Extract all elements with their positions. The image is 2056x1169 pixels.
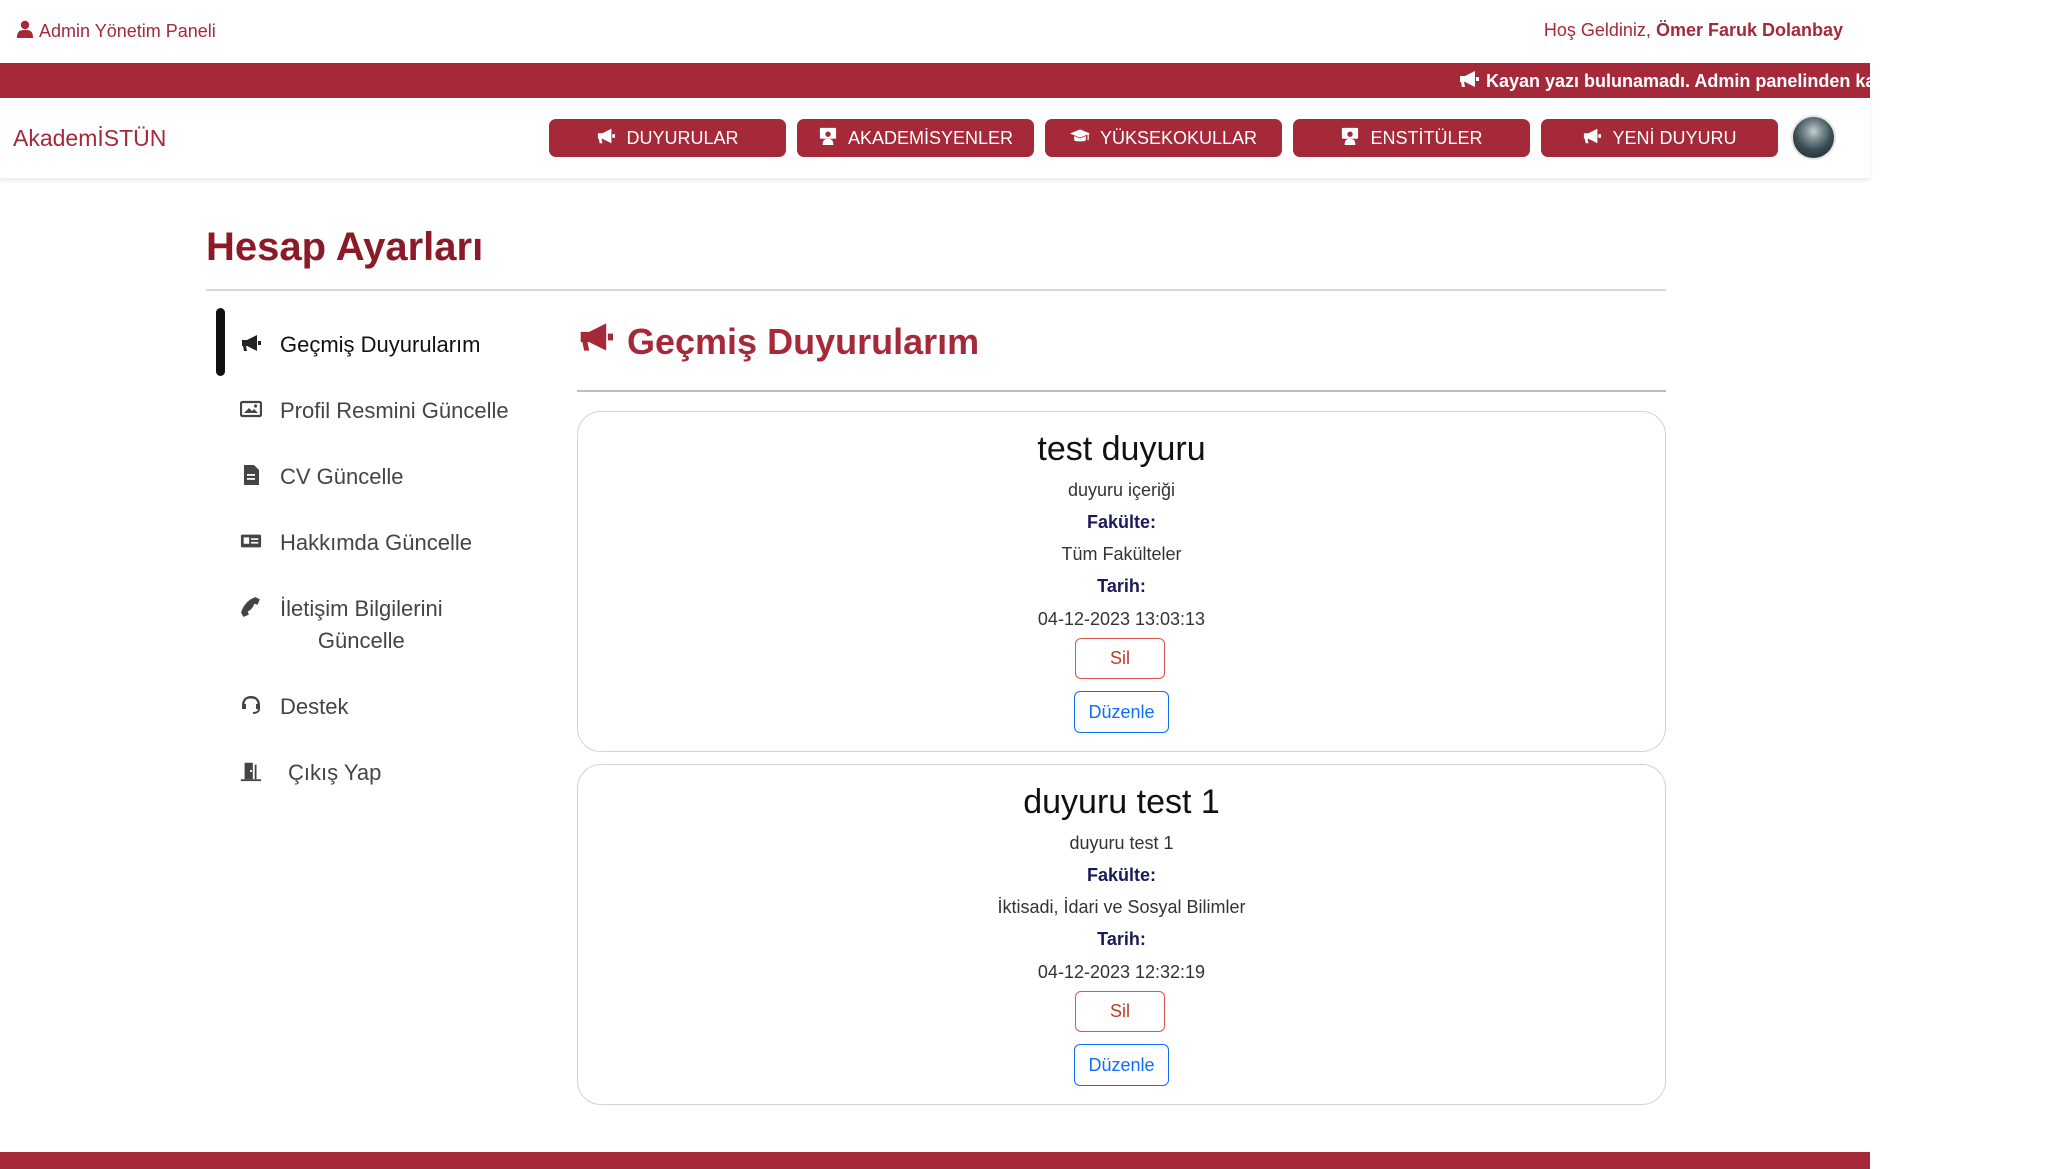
sidebar-item-profil-resmi[interactable]: Profil Resmini Güncelle: [216, 374, 546, 436]
sidebar-item-iletisim[interactable]: İletişim Bilgilerini Güncelle: [216, 572, 546, 662]
nav-button-label: ENSTİTÜLER: [1370, 127, 1483, 148]
nav-button-akademisyenler[interactable]: AKADEMİSYENLER: [797, 119, 1034, 157]
sidebar-item-label: İletişim Bilgilerini Güncelle: [280, 593, 443, 657]
top-bar: Admin Yönetim Paneli Hoş Geldiniz, Ömer …: [0, 0, 1870, 63]
date-value: 04-12-2023 12:32:19: [1037, 962, 1206, 982]
page: Admin Yönetim Paneli Hoş Geldiniz, Ömer …: [0, 0, 1870, 1169]
date-value: 04-12-2023 13:03:13: [1037, 609, 1206, 629]
section-heading: Geçmiş Duyurularım: [577, 320, 979, 363]
megaphone-icon: [577, 320, 615, 363]
nav-button-label: AKADEMİSYENLER: [847, 127, 1014, 148]
ticker-text: Kayan yazı bulunamadı. Admin panelinden …: [1486, 71, 1870, 91]
sidebar-item-gecmis-duyurularim[interactable]: Geçmiş Duyurularım: [216, 308, 546, 376]
delete-button[interactable]: Sil: [1075, 991, 1165, 1032]
teacher-icon: [1340, 127, 1360, 150]
sidebar-item-cikis[interactable]: Çıkış Yap: [216, 736, 546, 798]
footer: [0, 1152, 1870, 1169]
user-name: Ömer Faruk Dolanbay: [1655, 20, 1843, 40]
avatar[interactable]: [1791, 115, 1836, 160]
welcome-text: Hoş Geldiniz, Ömer Faruk Dolanbay: [1544, 20, 1843, 41]
ticker-message: Kayan yazı bulunamadı. Admin panelinden …: [1458, 69, 1870, 94]
headset-icon: [236, 690, 266, 720]
image-icon: [236, 394, 266, 424]
sidebar-item-label: Destek: [280, 694, 349, 719]
file-icon: [236, 460, 266, 490]
door-icon: [236, 756, 266, 786]
date-label: Tarih:: [1097, 576, 1146, 596]
megaphone-icon: [236, 328, 266, 358]
edit-button[interactable]: Düzenle: [1074, 691, 1169, 733]
user-icon: [17, 20, 33, 43]
edit-button[interactable]: Düzenle: [1074, 1044, 1169, 1086]
nav-button-yuksekokullar[interactable]: YÜKSEKOKULLAR: [1045, 119, 1282, 157]
teacher-icon: [818, 127, 838, 150]
faculty-label: Fakülte:: [1086, 512, 1156, 532]
nav-button-yeni-duyuru[interactable]: YENİ DUYURU: [1541, 119, 1778, 157]
page-title: Hesap Ayarları: [206, 225, 484, 269]
megaphone-icon: [1458, 69, 1480, 94]
faculty-label: Fakülte:: [1086, 865, 1156, 885]
announcement-content: duyuru içeriği: [1067, 480, 1176, 500]
main-navbar: AkademİSTÜN DUYURULAR AKADEMİSYENLER YÜK…: [0, 98, 1870, 179]
welcome-prefix: Hoş Geldiniz,: [1543, 20, 1656, 40]
delete-button[interactable]: Sil: [1075, 638, 1165, 679]
graduation-cap-icon: [1069, 127, 1090, 150]
sidebar-item-label: CV Güncelle: [280, 464, 404, 489]
nav-button-label: YÜKSEKOKULLAR: [1099, 127, 1258, 148]
nav-button-label: YENİ DUYURU: [1612, 127, 1737, 148]
announcement-title: duyuru test 1: [1023, 783, 1220, 821]
id-card-icon: [236, 526, 266, 556]
announcement-card: duyuru test 1 duyuru test 1 Fakülte: İkt…: [577, 764, 1666, 1105]
sidebar-item-cv-guncelle[interactable]: CV Güncelle: [216, 440, 546, 502]
sidebar-item-label: Çıkış Yap: [288, 760, 382, 785]
sidebar-item-label: Geçmiş Duyurularım: [280, 332, 481, 357]
sidebar-item-label-line1: İletişim Bilgilerini: [280, 596, 443, 621]
nav-button-duyurular[interactable]: DUYURULAR: [549, 119, 786, 157]
divider: [577, 390, 1666, 392]
divider: [206, 289, 1666, 291]
brand-logo[interactable]: AkademİSTÜN: [13, 125, 166, 152]
megaphone-icon: [1582, 127, 1602, 150]
active-indicator: [216, 308, 225, 376]
admin-panel-link[interactable]: Admin Yönetim Paneli: [17, 20, 216, 43]
ticker-bar: Kayan yazı bulunamadı. Admin panelinden …: [0, 63, 1870, 98]
announcement-content: duyuru test 1: [1069, 833, 1174, 853]
sidebar-item-destek[interactable]: Destek: [216, 670, 546, 732]
megaphone-icon: [596, 127, 616, 150]
date-label: Tarih:: [1097, 929, 1146, 949]
phone-icon: [236, 592, 266, 622]
faculty-value: İktisadi, İdari ve Sosyal Bilimler: [997, 897, 1246, 917]
announcement-card: test duyuru duyuru içeriği Fakülte: Tüm …: [577, 411, 1666, 752]
announcement-title: test duyuru: [1037, 430, 1206, 468]
sidebar-item-label-line2: Güncelle: [317, 628, 405, 653]
nav-button-enstituler[interactable]: ENSTİTÜLER: [1293, 119, 1530, 157]
sidebar-item-label: Profil Resmini Güncelle: [280, 398, 509, 423]
section-title: Geçmiş Duyurularım: [627, 320, 980, 362]
sidebar-item-label: Hakkımda Güncelle: [280, 530, 472, 555]
nav-button-label: DUYURULAR: [626, 127, 739, 148]
admin-panel-label: Admin Yönetim Paneli: [39, 21, 216, 41]
sidebar-item-hakkimda[interactable]: Hakkımda Güncelle: [216, 506, 546, 568]
faculty-value: Tüm Fakülteler: [1061, 544, 1182, 564]
